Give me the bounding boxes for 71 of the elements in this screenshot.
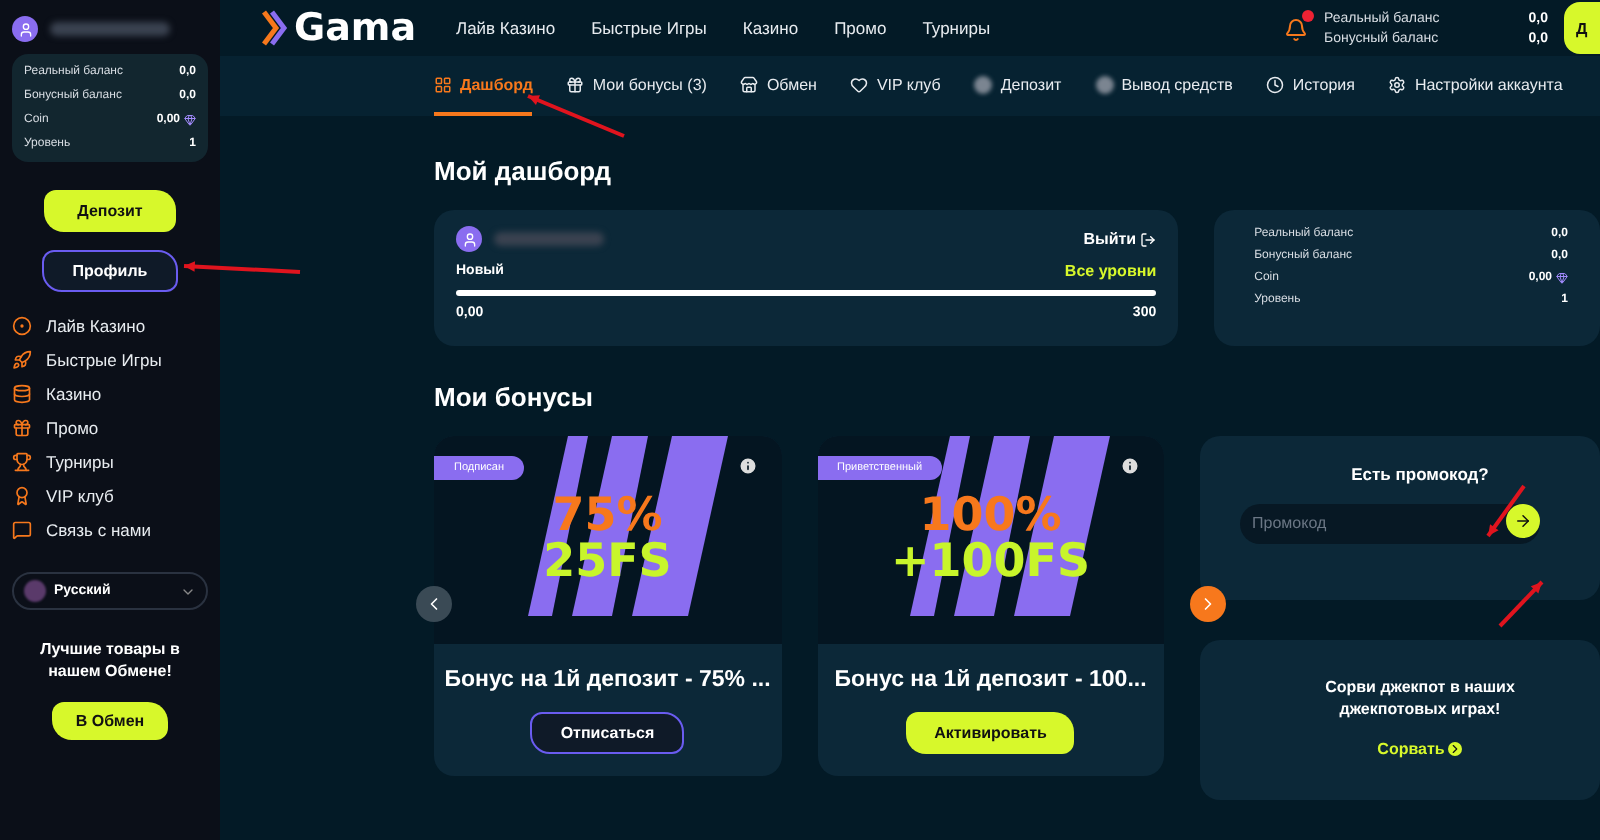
account-tab[interactable]: VIP клуб <box>850 56 941 116</box>
nav-link[interactable]: Лайв Казино <box>456 18 556 38</box>
menu-item[interactable]: Казино <box>12 384 208 404</box>
nav-link[interactable]: Быстрые Игры <box>591 18 707 38</box>
account-tab[interactable]: История <box>1266 56 1355 116</box>
menu-item[interactable]: Турниры <box>12 452 208 472</box>
account-tab[interactable]: Дашборд <box>434 56 533 116</box>
deposit-button[interactable]: Депозит <box>43 190 177 232</box>
promo-title: Есть промокод? <box>1351 464 1489 484</box>
bonus-title: Бонус на 1й депозит - 75% ... <box>444 667 771 691</box>
arrow-right-icon <box>1514 512 1532 530</box>
section-title: Мой дашборд <box>434 156 614 186</box>
trophy-icon <box>12 452 32 472</box>
account-tab[interactable]: Настройки аккаунта <box>1388 56 1563 116</box>
section-title: Мои бонусы <box>434 382 595 412</box>
blurred-icon <box>1095 75 1114 93</box>
clock-icon <box>1266 75 1285 93</box>
medal-icon <box>12 486 32 506</box>
settings-icon <box>1388 75 1407 93</box>
bonus-title: Бонус на 1й депозит - 100... <box>834 667 1147 691</box>
chevron-right-icon <box>1448 742 1463 757</box>
menu-item[interactable]: Промо <box>12 418 208 438</box>
menu-item[interactable]: VIP клуб <box>12 486 208 506</box>
avatar-icon <box>12 16 38 42</box>
annotation-arrow <box>527 94 625 138</box>
deposit-button[interactable]: Д <box>1564 2 1600 54</box>
nav-link[interactable]: Промо <box>834 18 887 38</box>
profile-button[interactable]: Профиль <box>42 250 178 292</box>
account-tab[interactable]: Депозит <box>974 56 1062 116</box>
menu-item[interactable]: Связь с нами <box>12 520 208 540</box>
notification-bell-icon[interactable] <box>1284 16 1308 40</box>
gift-icon <box>12 418 32 438</box>
account-tab[interactable]: Вывод средств <box>1095 56 1233 116</box>
logout-link[interactable]: Выйти <box>1083 230 1157 248</box>
heart-icon <box>850 75 869 93</box>
exchange-button[interactable]: В Обмен <box>51 702 169 741</box>
annotation-arrow <box>1486 484 1526 538</box>
account-tab[interactable]: Обмен <box>740 56 817 116</box>
avatar-icon <box>456 226 482 252</box>
live-icon <box>12 316 32 336</box>
unsubscribe-button[interactable]: Отписаться <box>530 711 685 753</box>
annotation-arrow <box>1498 580 1544 628</box>
menu-item[interactable]: Быстрые Игры <box>12 350 208 370</box>
logo: Gama <box>260 6 420 50</box>
gem-icon <box>1556 272 1568 284</box>
jackpot-text: Сорви джекпот в наших джекпотовых играх! <box>1323 676 1517 721</box>
activate-button[interactable]: Активировать <box>906 711 1075 753</box>
nav-link[interactable]: Турниры <box>922 18 991 38</box>
gem-icon <box>184 114 196 126</box>
promo-code-field[interactable]: Промокод <box>1240 503 1540 543</box>
grid-icon <box>434 75 452 93</box>
coins-icon <box>12 384 32 404</box>
promo-text: Лучшие товары в нашем Обмене! <box>38 638 182 683</box>
previous-button[interactable] <box>416 586 452 622</box>
store-icon <box>740 75 759 93</box>
blurred-icon <box>974 75 993 93</box>
jackpot-link[interactable]: Сорвать <box>1377 740 1463 759</box>
next-button[interactable] <box>1190 586 1226 622</box>
menu-item[interactable]: Лайв Казино <box>12 316 208 336</box>
all-levels-link[interactable]: Все уровни <box>1064 262 1157 280</box>
gift-icon <box>566 75 585 93</box>
blurred-email <box>494 232 604 246</box>
info-icon[interactable] <box>1120 456 1140 476</box>
nav-link[interactable]: Казино <box>742 18 799 38</box>
logout-icon <box>1140 231 1157 247</box>
account-tab[interactable]: Мои бонусы (3) <box>566 56 707 116</box>
annotation-arrow <box>183 261 301 274</box>
blurred-email <box>50 22 170 36</box>
chat-icon <box>12 520 32 540</box>
info-icon[interactable] <box>737 456 757 476</box>
rocket-icon <box>12 350 32 370</box>
